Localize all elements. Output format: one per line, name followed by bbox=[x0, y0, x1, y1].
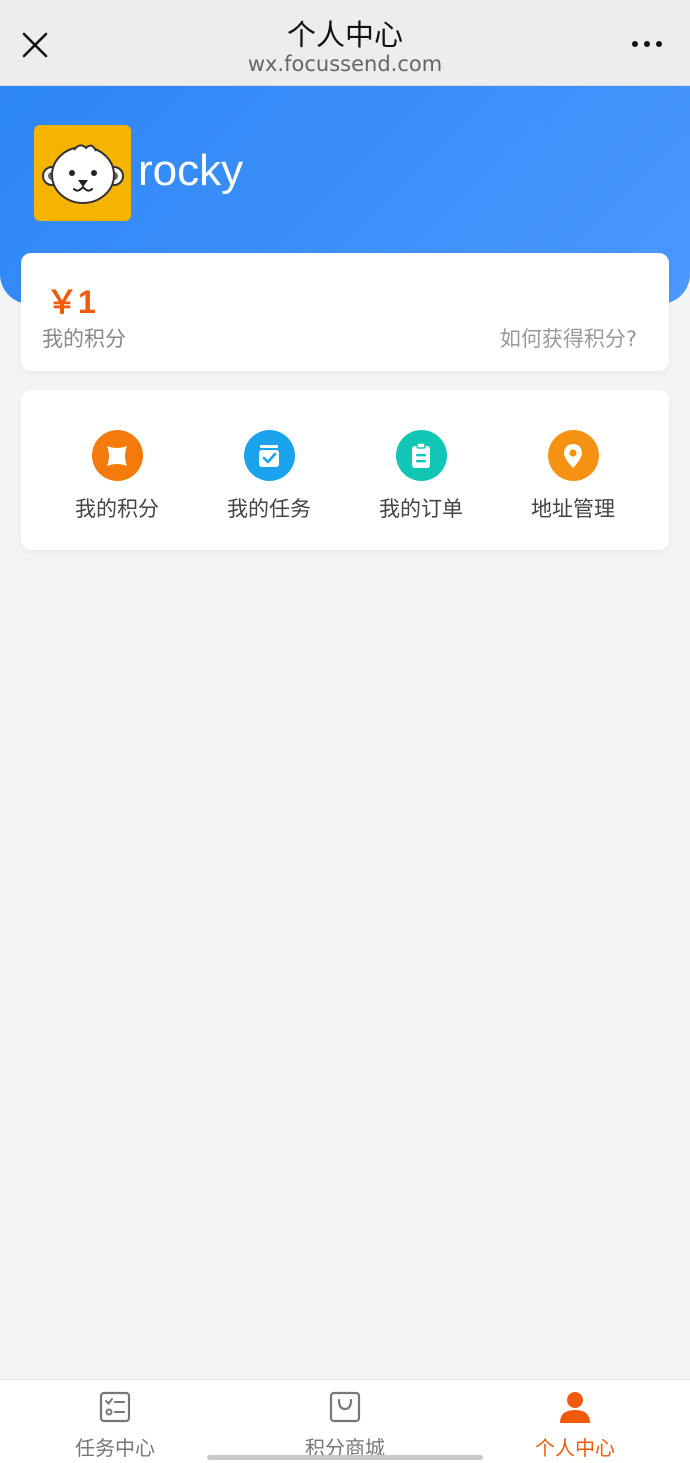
menu-card: 我的积分 我的任务 我的订单 地址管理 bbox=[21, 390, 669, 550]
points-card: ￥1 我的积分 如何获得积分? bbox=[21, 253, 669, 371]
how-to-earn-points-link[interactable]: 如何获得积分? bbox=[500, 323, 637, 353]
menu-item-my-points[interactable]: 我的积分 bbox=[41, 430, 193, 530]
menu-item-label: 我的订单 bbox=[379, 497, 463, 521]
clipboard-icon bbox=[395, 430, 447, 481]
more-dots-icon[interactable] bbox=[624, 26, 670, 62]
points-value: ￥1 bbox=[46, 284, 96, 320]
home-indicator bbox=[207, 1455, 483, 1460]
bottom-tab-bar: 任务中心 积分商城 个人中心 bbox=[0, 1379, 690, 1463]
menu-item-label: 我的积分 bbox=[75, 497, 159, 521]
avatar[interactable] bbox=[34, 125, 131, 221]
shopping-bag-icon bbox=[328, 1390, 362, 1424]
page-url: wx.focussend.com bbox=[247, 52, 443, 76]
task-check-icon bbox=[243, 430, 295, 481]
tab-task-center[interactable]: 任务中心 bbox=[0, 1380, 230, 1463]
top-navigation-bar: 个人中心 wx.focussend.com bbox=[0, 0, 690, 86]
points-icon bbox=[91, 430, 143, 481]
menu-item-address-management[interactable]: 地址管理 bbox=[497, 430, 649, 530]
otter-avatar-icon bbox=[41, 144, 124, 204]
menu-item-my-orders[interactable]: 我的订单 bbox=[345, 430, 497, 530]
points-label: 我的积分 bbox=[42, 327, 126, 351]
menu-item-label: 我的任务 bbox=[227, 497, 311, 521]
tab-label: 任务中心 bbox=[75, 1436, 155, 1460]
page-title: 个人中心 bbox=[286, 18, 403, 52]
tab-personal-center[interactable]: 个人中心 bbox=[460, 1380, 690, 1463]
tab-label: 个人中心 bbox=[535, 1436, 615, 1460]
username: rocky bbox=[138, 146, 244, 195]
task-list-icon bbox=[98, 1390, 132, 1424]
menu-item-my-tasks[interactable]: 我的任务 bbox=[193, 430, 345, 530]
location-pin-icon bbox=[547, 430, 599, 481]
tab-points-mall[interactable]: 积分商城 bbox=[230, 1380, 460, 1463]
menu-item-label: 地址管理 bbox=[531, 497, 615, 521]
person-icon bbox=[558, 1390, 592, 1424]
